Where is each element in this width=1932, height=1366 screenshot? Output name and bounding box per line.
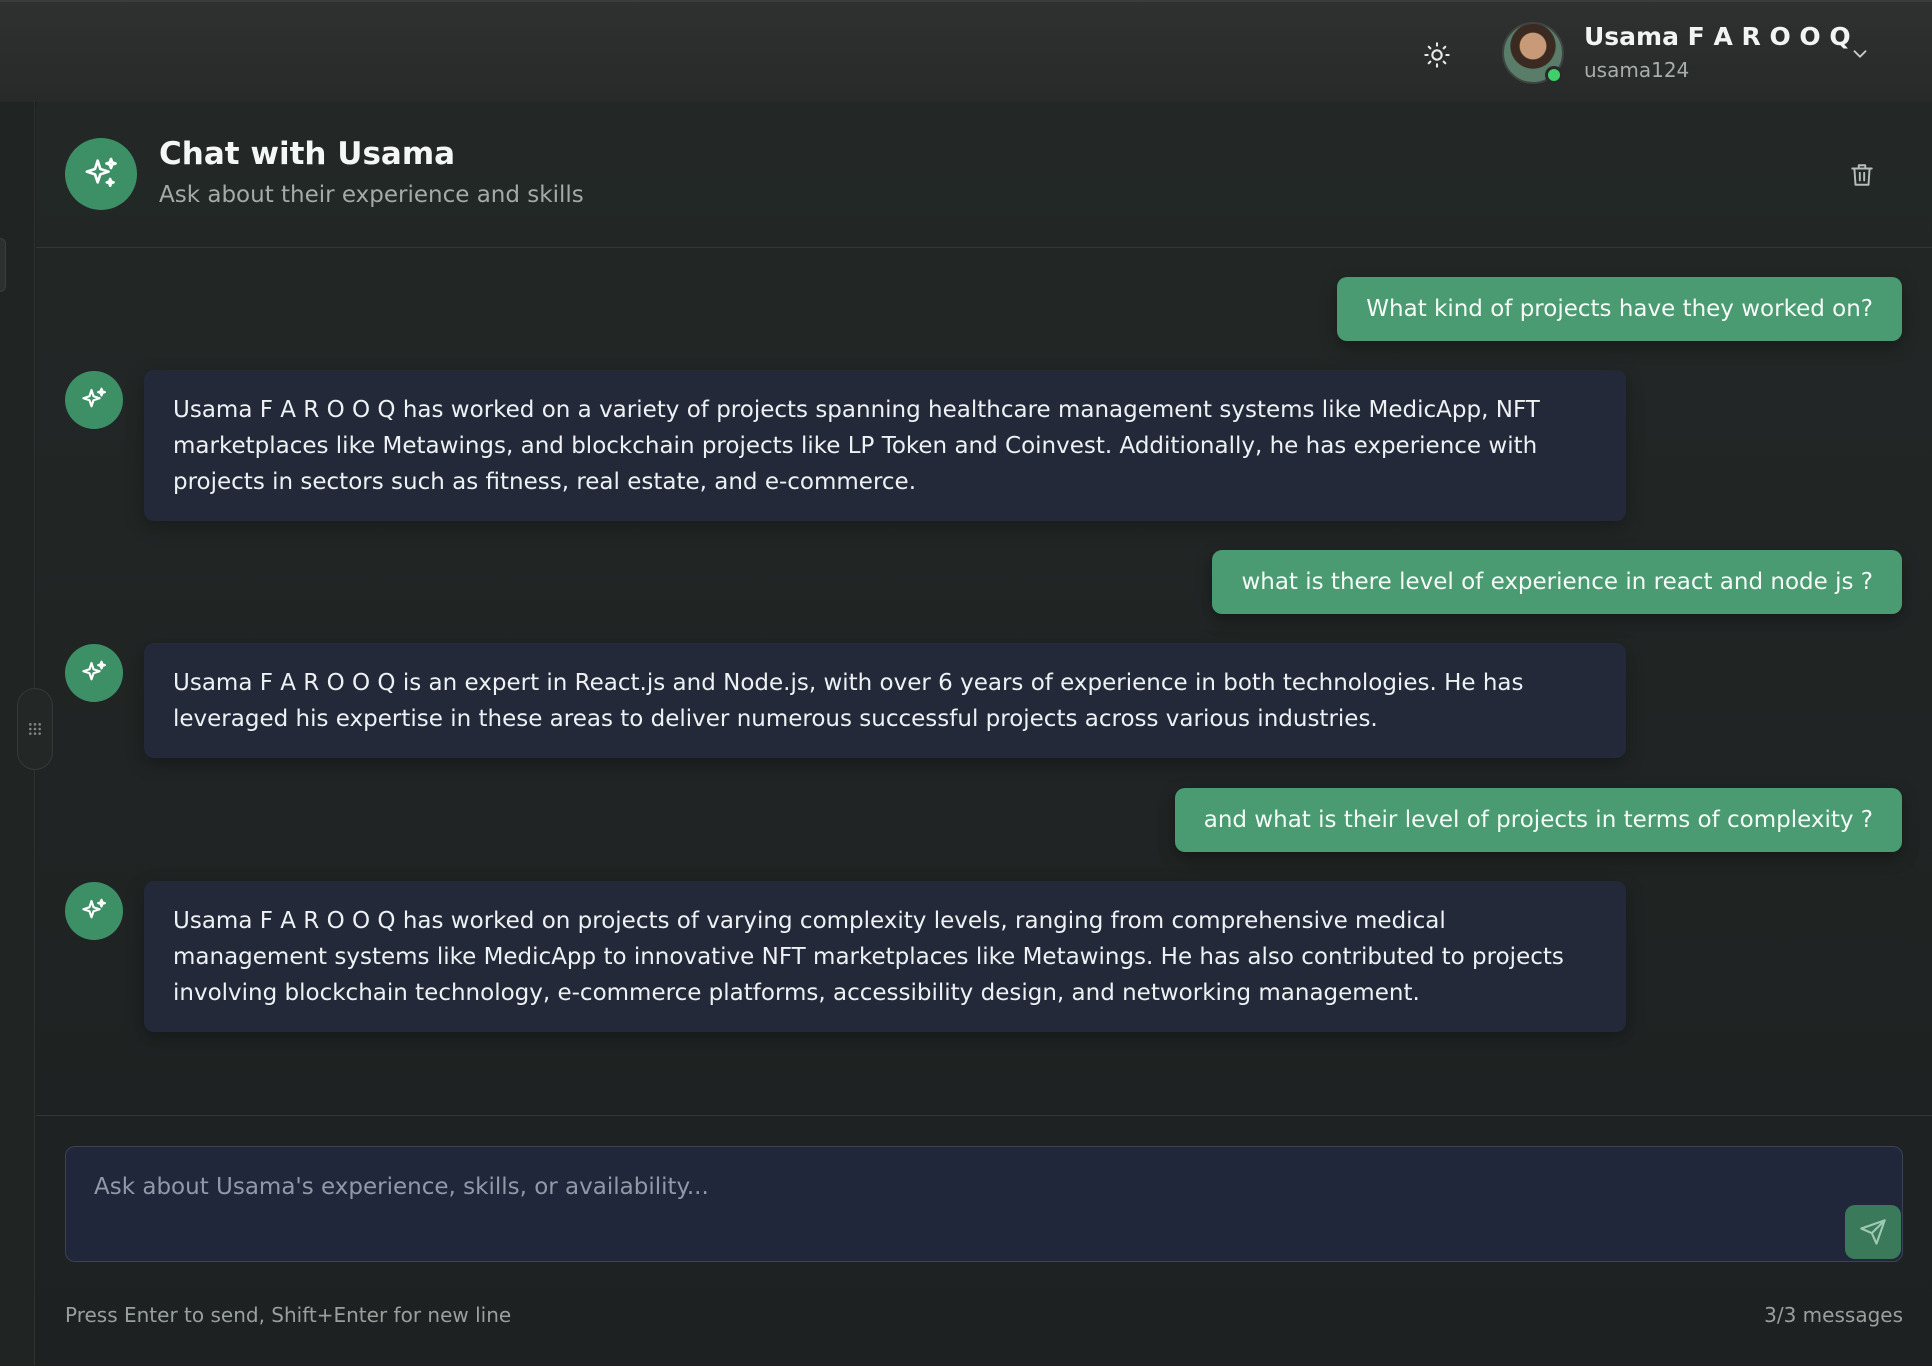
chevron-down-icon [1853,50,1867,58]
sun-icon [1424,42,1450,68]
sparkles-icon [82,898,106,919]
assistant-avatar [65,371,123,429]
user-name: Usama F A R O O Q [1584,22,1851,51]
composer-area: Press Enter to send, Shift+Enter for new… [36,1115,1932,1366]
user-handle: usama124 [1584,58,1690,82]
message-input[interactable] [94,1167,1794,1207]
chat-panel: Chat with Usama Ask about their experien… [36,102,1932,1366]
sidebar-tab[interactable] [0,238,6,292]
assistant-avatar [65,882,123,940]
assistant-avatar [65,644,123,702]
grip-dots-icon [29,723,41,735]
user-message: and what is their level of projects in t… [1174,788,1902,852]
top-bar: Usama F A R O O Q usama124 [0,0,1932,102]
assistant-avatar [65,138,137,210]
user-menu-toggle[interactable] [1846,40,1874,68]
sparkles-icon [82,660,106,681]
sparkles-icon [82,387,106,408]
message-composer [65,1146,1903,1262]
composer-hint: Press Enter to send, Shift+Enter for new… [65,1303,512,1327]
trash-icon [1851,164,1873,186]
online-status-indicator [1545,66,1563,84]
send-button[interactable] [1845,1205,1901,1259]
chat-title: Chat with Usama [159,136,456,172]
assistant-message: Usama F A R O O Q is an expert in React.… [144,643,1626,758]
message-count: 3/3 messages [1764,1303,1903,1327]
chat-subtitle: Ask about their experience and skills [159,182,584,208]
panel-resize-handle[interactable] [17,688,53,770]
assistant-message: Usama F A R O O Q has worked on projects… [144,881,1626,1032]
user-message: what is there level of experience in rea… [1212,550,1902,614]
clear-chat-button[interactable] [1846,158,1878,192]
send-icon [1860,1219,1886,1245]
theme-toggle-button[interactable] [1420,38,1454,72]
app-window: Usama F A R O O Q usama124 Chat with Usa… [0,0,1932,1366]
sparkles-icon [85,157,117,187]
chat-header: Chat with Usama Ask about their experien… [36,102,1932,248]
user-message: What kind of projects have they worked o… [1337,277,1902,341]
assistant-message: Usama F A R O O Q has worked on a variet… [144,370,1626,521]
